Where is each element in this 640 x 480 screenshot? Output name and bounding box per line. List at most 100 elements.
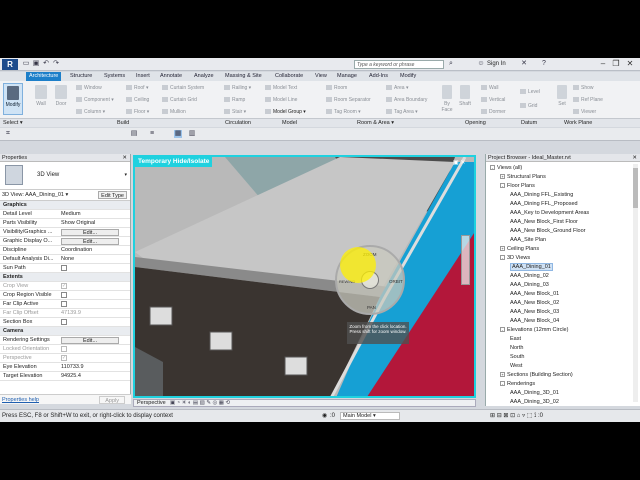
- property-value[interactable]: 94925.4: [61, 372, 119, 381]
- minimize-icon[interactable]: –: [598, 59, 608, 69]
- tree-view-item[interactable]: AAA_Dining_02: [510, 273, 549, 279]
- chevron-down-icon[interactable]: ▾: [124, 172, 127, 178]
- property-checkbox[interactable]: [61, 292, 67, 298]
- property-checkbox[interactable]: [61, 265, 67, 271]
- mullion-button[interactable]: Mullion: [162, 109, 186, 115]
- column-button[interactable]: Column ▾: [76, 109, 105, 115]
- vertical-button[interactable]: Vertical: [481, 97, 505, 103]
- wheel-pan-label[interactable]: PAN: [367, 305, 376, 310]
- view-control-icons[interactable]: ▣ ◔ ☀ ◐ ▤ ▧ ✎ ◎ ▦ ⟲: [170, 400, 230, 407]
- roof-button[interactable]: Roof ▾: [126, 85, 148, 91]
- collapse-icon[interactable]: -: [500, 183, 505, 189]
- browser-scrollbar[interactable]: [633, 164, 638, 402]
- property-category[interactable]: Extents: [0, 273, 130, 282]
- property-edit-button[interactable]: Edit...: [61, 337, 119, 344]
- model-group-button[interactable]: Model Group ▾: [265, 109, 306, 115]
- workset-icon[interactable]: ◉: [322, 410, 327, 422]
- ref-plane-button[interactable]: Ref Plane: [573, 97, 603, 103]
- viewer-button[interactable]: Viewer: [573, 109, 596, 115]
- door-button[interactable]: Door: [53, 83, 69, 115]
- room-button[interactable]: Room: [326, 85, 347, 91]
- tab-architecture[interactable]: Architecture: [26, 72, 62, 81]
- close-icon[interactable]: ✕: [632, 154, 637, 162]
- tab-systems[interactable]: Systems: [101, 72, 128, 81]
- tab-view[interactable]: View: [312, 72, 330, 81]
- shaft-button[interactable]: Shaft: [458, 83, 472, 115]
- tree-folder[interactable]: - Floor Plans: [500, 183, 535, 189]
- tree-view-item[interactable]: AAA_New Block_01: [510, 291, 559, 297]
- area-boundary-button[interactable]: Area Boundary: [386, 97, 427, 103]
- search-icon[interactable]: ⌕: [447, 60, 455, 68]
- user-icon[interactable]: ☺: [477, 60, 485, 68]
- wheel-orbit-label[interactable]: ORBIT: [389, 279, 403, 284]
- tag-room-button[interactable]: Tag Room ▾: [326, 109, 361, 115]
- tab-collaborate[interactable]: Collaborate: [272, 72, 306, 81]
- floor-button[interactable]: Floor ▾: [126, 109, 149, 115]
- component-button[interactable]: Component ▾: [76, 97, 114, 103]
- main-model-select[interactable]: Main Model ▾: [340, 412, 400, 420]
- tree-folder[interactable]: - Renderings: [500, 381, 535, 387]
- view-cube[interactable]: ▣ ✕: [453, 159, 471, 167]
- tree-view-item[interactable]: AAA_Key to Development Areas: [510, 210, 589, 216]
- tree-view-item[interactable]: AAA_Site Plan: [510, 237, 546, 243]
- collapse-icon[interactable]: -: [500, 327, 505, 333]
- tab-structure[interactable]: Structure: [67, 72, 95, 81]
- property-edit-button[interactable]: Edit...: [61, 229, 119, 236]
- model-text-button[interactable]: Model Text: [265, 85, 297, 91]
- level-button[interactable]: Level: [520, 89, 540, 95]
- modify-button[interactable]: Modify: [3, 83, 23, 115]
- tree-folder[interactable]: - Views (all): [490, 165, 522, 171]
- close-hidden-icon[interactable]: ▦: [174, 130, 182, 138]
- curtain-system-button[interactable]: Curtain System: [162, 85, 204, 91]
- tree-view-item[interactable]: AAA_New Block_Ground Floor: [510, 228, 586, 234]
- ceiling-button[interactable]: Ceiling: [126, 97, 149, 103]
- expand-icon[interactable]: +: [500, 174, 505, 180]
- undo-icon[interactable]: ↶: [42, 60, 50, 68]
- grid-button[interactable]: Grid: [520, 103, 537, 109]
- properties-help-link[interactable]: Properties help: [2, 395, 39, 405]
- property-category[interactable]: Camera: [0, 327, 130, 336]
- tree-view-item[interactable]: AAA_Dining_01: [510, 263, 553, 271]
- group-room-area[interactable]: Room & Area ▾: [357, 119, 394, 128]
- opening-wall-button[interactable]: Wall: [481, 85, 499, 91]
- close-icon[interactable]: ✕: [122, 154, 127, 162]
- tree-view-item[interactable]: AAA_New Block_First Floor: [510, 219, 578, 225]
- tab-annotate[interactable]: Annotate: [157, 72, 185, 81]
- tree-folder[interactable]: + Structural Plans: [500, 174, 546, 180]
- tree-view-item[interactable]: AAA_New Block_03: [510, 309, 559, 315]
- tab-modify[interactable]: Modify: [397, 72, 419, 81]
- property-value[interactable]: 110733.9: [61, 363, 119, 372]
- ramp-button[interactable]: Ramp: [224, 97, 245, 103]
- tree-view-item[interactable]: AAA_New Block_04: [510, 318, 559, 324]
- railing-button[interactable]: Railing ▾: [224, 85, 251, 91]
- property-checkbox[interactable]: [61, 301, 67, 307]
- open-icon[interactable]: ▭: [22, 60, 30, 68]
- tab-add-ins[interactable]: Add-Ins: [366, 72, 391, 81]
- tree-folder[interactable]: + Sections (Building Section): [500, 372, 573, 378]
- tree-view-item[interactable]: AAA_Dining FFL_Existing: [510, 192, 573, 198]
- scroll-thumb[interactable]: [633, 168, 638, 208]
- tab-manage[interactable]: Manage: [334, 72, 360, 81]
- navigation-bar[interactable]: [461, 235, 470, 285]
- tree-view-item[interactable]: AAA_Dining FFL_Proposed: [510, 201, 578, 207]
- tree-view-item[interactable]: AAA_Dining_3D_02: [510, 399, 559, 405]
- switch-windows-icon[interactable]: ▥: [188, 130, 196, 138]
- collapse-icon[interactable]: -: [500, 255, 505, 261]
- thin-lines-icon[interactable]: ≡: [148, 130, 156, 138]
- revit-logo-icon[interactable]: R: [2, 59, 18, 70]
- expand-icon[interactable]: +: [500, 372, 505, 378]
- type-selector[interactable]: 3D View ▾: [0, 162, 130, 190]
- tree-view-item[interactable]: East: [510, 336, 521, 342]
- tile-icon[interactable]: ▤: [130, 130, 138, 138]
- tree-view-item[interactable]: South: [510, 354, 524, 360]
- redo-icon[interactable]: ↷: [52, 60, 60, 68]
- exchange-icon[interactable]: ✕: [520, 60, 528, 68]
- sign-in-link[interactable]: Sign In: [487, 60, 506, 69]
- by-face-button[interactable]: By Face: [440, 83, 454, 115]
- selection-filter-icons[interactable]: ⊞ ⊟ ⊠ ⊡ ⌂ ▿ ⬚ ⟟ :0: [490, 410, 640, 422]
- room-separator-button[interactable]: Room Separator: [326, 97, 371, 103]
- window-button[interactable]: Window: [76, 85, 102, 91]
- property-value[interactable]: Medium: [61, 210, 119, 219]
- view-instance-selector[interactable]: 3D View: AAA_Dining_01 ▾ Edit Type: [0, 190, 130, 201]
- help-icon[interactable]: ?: [540, 60, 548, 68]
